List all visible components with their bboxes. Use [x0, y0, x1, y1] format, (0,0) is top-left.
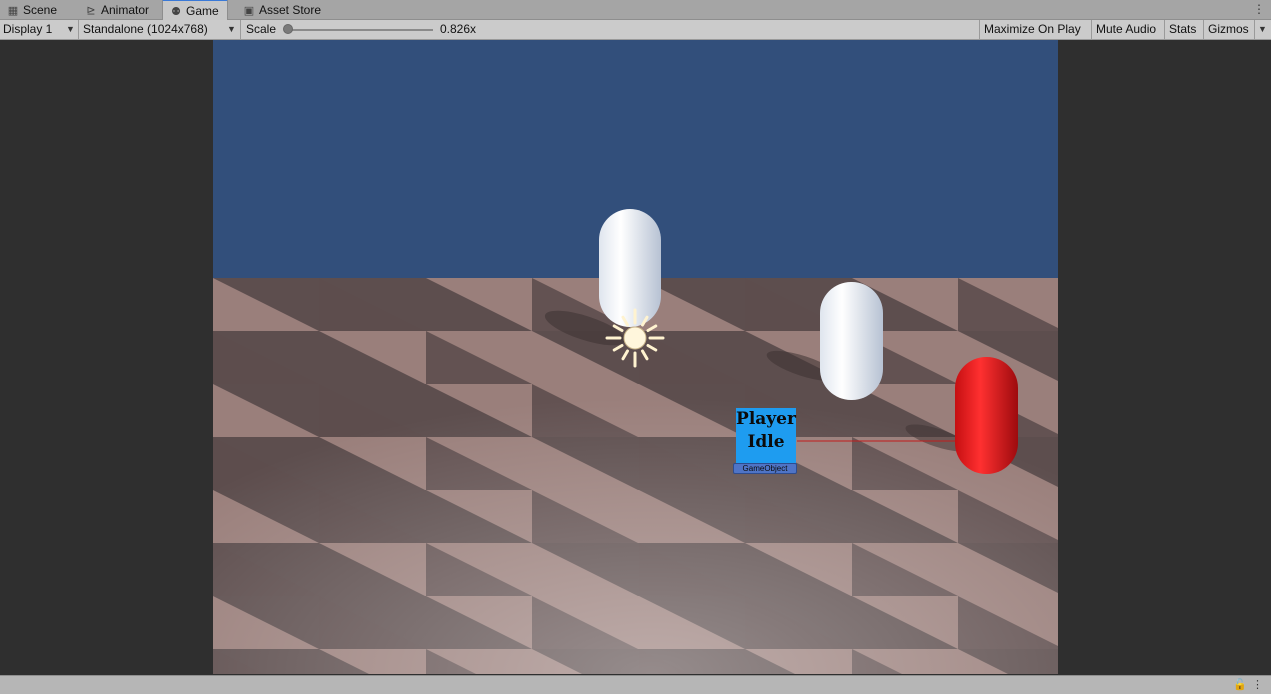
resolution-label: Standalone (1024x768)	[83, 22, 208, 36]
maximize-on-play-button[interactable]: Maximize On Play	[979, 20, 1085, 39]
scale-value: 0.826x	[440, 22, 476, 36]
stats-button[interactable]: Stats	[1164, 20, 1200, 39]
divider	[240, 20, 241, 39]
sun-ray	[646, 324, 658, 332]
capsule-white-2[interactable]	[820, 282, 883, 400]
divider	[1254, 20, 1255, 39]
scale-slider-handle[interactable]	[283, 24, 293, 34]
tab-game[interactable]: ⚉ Game	[162, 0, 228, 21]
game-toolbar: Display 1 ▼ Standalone (1024x768) ▼ Scal…	[0, 20, 1271, 40]
tab-label: Game	[186, 4, 219, 18]
display-label: Display 1	[3, 22, 53, 36]
sun-ray	[612, 344, 624, 352]
tab-label: Scene	[23, 3, 58, 17]
divider	[78, 20, 79, 39]
status-bar: 🔓 ⋮	[0, 675, 1271, 694]
sun-ray	[612, 324, 624, 332]
shopping-bag-icon: ▣	[243, 5, 255, 17]
player-state-text: Idle	[747, 432, 785, 452]
gameobject-tag: GameObject	[733, 463, 797, 474]
sun-ray	[641, 349, 649, 361]
game-viewport[interactable]: Player Idle GameObject	[213, 40, 1058, 674]
chevron-down-icon[interactable]: ▼	[1258, 20, 1267, 39]
capsule-red[interactable]	[955, 357, 1018, 474]
mute-audio-button[interactable]: Mute Audio	[1091, 20, 1160, 39]
sun-ray	[621, 349, 629, 361]
tab-asset-store[interactable]: ▣ Asset Store	[236, 0, 329, 19]
scale-slider-track[interactable]	[289, 29, 433, 31]
player-name-text: Player	[736, 409, 796, 429]
grid-icon: ▦	[7, 5, 19, 17]
sun-ray	[646, 344, 658, 352]
animator-icon: ⊵	[86, 5, 96, 17]
capsule-white-1[interactable]	[599, 209, 661, 327]
gamepad-icon: ⚉	[171, 6, 181, 18]
tab-label: Animator	[101, 3, 150, 17]
player-state-sign[interactable]: Player Idle	[736, 408, 796, 464]
tab-label: Asset Store	[259, 3, 322, 17]
lock-icon[interactable]: 🔓	[1233, 678, 1247, 691]
resolution-dropdown[interactable]: Standalone (1024x768)	[83, 20, 208, 39]
tab-bar: ▦ Scene ⊵ Animator ⚉ Game ▣ Asset Store ⋮	[0, 0, 1271, 21]
chevron-down-icon: ▼	[227, 24, 236, 34]
display-dropdown[interactable]: Display 1	[3, 20, 52, 39]
scene-objects	[599, 209, 1018, 474]
gizmos-button[interactable]: Gizmos	[1203, 20, 1253, 39]
more-options-icon[interactable]: ⋮	[1252, 678, 1263, 691]
tab-scene[interactable]: ▦ Scene	[0, 0, 65, 19]
scale-label: Scale	[246, 22, 277, 36]
chevron-down-icon: ▼	[66, 24, 75, 34]
tab-animator[interactable]: ⊵ Animator	[78, 0, 157, 19]
more-options-icon[interactable]: ⋮	[1253, 2, 1265, 16]
